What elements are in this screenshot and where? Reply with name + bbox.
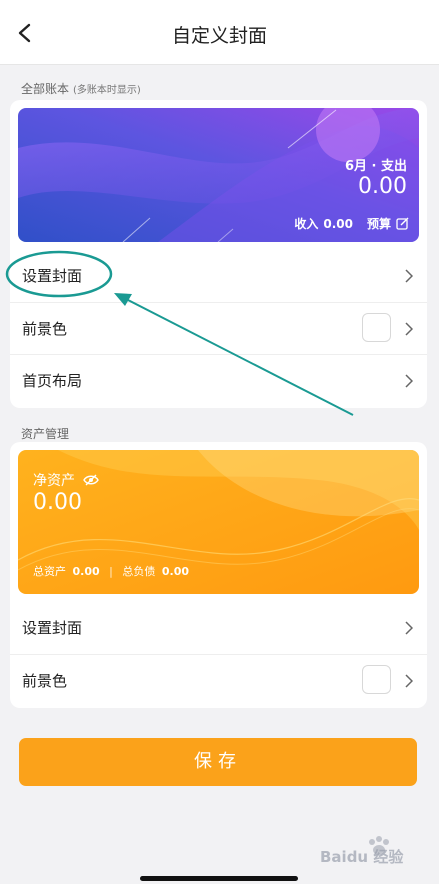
watermark-text: Baidu 经验 xyxy=(320,848,404,866)
arrow-head-icon xyxy=(114,293,132,306)
save-button[interactable]: 保存 xyxy=(19,738,417,786)
pointer-arrow-line xyxy=(121,296,354,416)
highlight-circle xyxy=(5,250,113,298)
home-indicator xyxy=(140,876,298,881)
baidu-watermark-logo: Baidu 经验 xyxy=(320,832,432,872)
